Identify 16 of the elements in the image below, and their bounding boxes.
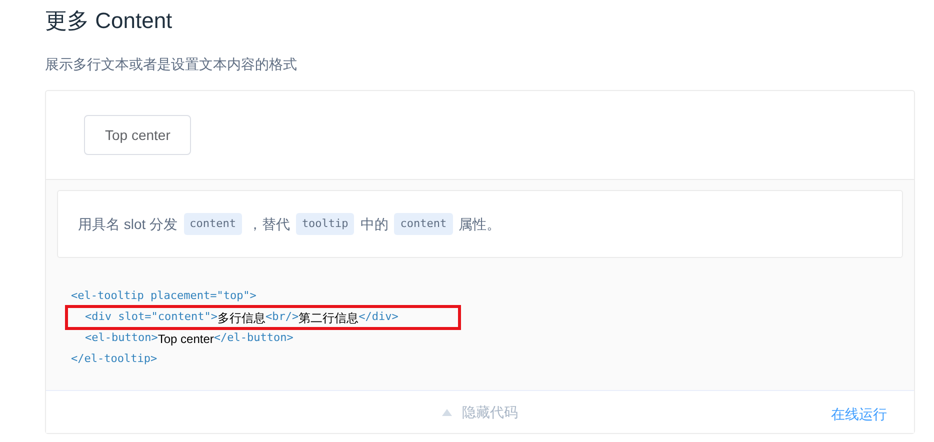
inline-code: tooltip bbox=[296, 212, 354, 236]
demo-button[interactable]: Top center bbox=[84, 115, 192, 155]
code-line: </el-tooltip> bbox=[71, 351, 158, 368]
caret-up-icon bbox=[442, 408, 452, 416]
inline-code: content bbox=[394, 212, 453, 236]
description-text: 用具名 slot 分发 bbox=[78, 214, 178, 234]
description-text: 中的 bbox=[360, 214, 388, 234]
run-online-link[interactable]: 在线运行 bbox=[831, 404, 887, 425]
section-title: 更多 Content bbox=[45, 7, 174, 35]
code-line: <el-tooltip placement="top"> bbox=[71, 288, 256, 304]
description-text: 属性。 bbox=[458, 214, 501, 234]
code-line: <el-button>Top center</el-button> bbox=[84, 330, 294, 348]
inline-code: content bbox=[184, 212, 242, 236]
description-text: ，替代 bbox=[248, 214, 290, 234]
hide-code-toggle[interactable]: 隐藏代码 bbox=[442, 402, 518, 422]
section-description: 展示多行文本或者是设置文本内容的格式 bbox=[45, 55, 298, 74]
